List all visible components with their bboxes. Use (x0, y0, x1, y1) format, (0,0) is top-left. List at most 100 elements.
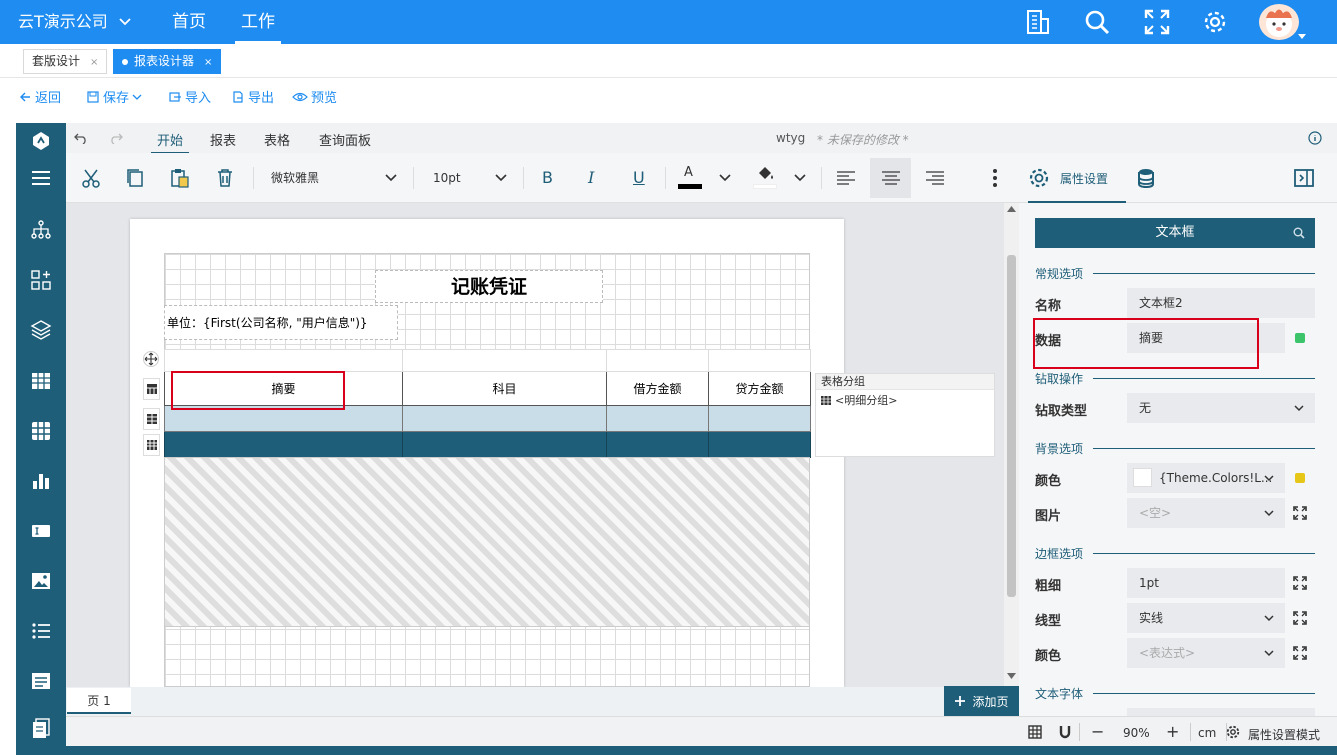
chevron-down-icon[interactable] (1264, 648, 1274, 658)
scrollbar-thumb[interactable] (1007, 255, 1016, 597)
chevron-down-icon[interactable] (1264, 473, 1274, 483)
expand-icon[interactable] (1293, 646, 1307, 660)
paste-icon[interactable] (168, 166, 192, 190)
list-icon[interactable] (29, 619, 53, 643)
settings-gear-icon[interactable] (1226, 725, 1240, 739)
table-cell[interactable] (606, 431, 709, 458)
chevron-down-icon[interactable] (1264, 613, 1274, 623)
table-cell[interactable] (708, 405, 811, 432)
close-icon[interactable]: × (204, 57, 212, 68)
component-type-header[interactable]: 文本框 (1035, 218, 1315, 248)
table-cell[interactable] (708, 349, 811, 372)
property-mode-label[interactable]: 属性设置模式 (1248, 726, 1320, 743)
measure-unit[interactable]: cm (1198, 726, 1216, 740)
table-cell[interactable] (402, 431, 607, 458)
drill-type-select[interactable]: 无 (1127, 393, 1315, 423)
undo-icon[interactable] (74, 132, 88, 144)
italic-button[interactable]: I (588, 168, 594, 187)
font-size-select[interactable]: 10pt (433, 163, 503, 193)
footer-row-handle[interactable] (143, 434, 160, 456)
user-avatar[interactable] (1259, 4, 1299, 40)
detail-row-handle[interactable] (143, 408, 160, 430)
table-icon[interactable] (29, 369, 53, 393)
textbox-icon[interactable] (29, 519, 53, 543)
background-image-select[interactable]: <空> (1127, 498, 1285, 528)
copy-icon[interactable] (123, 166, 147, 190)
scroll-up-icon[interactable] (1007, 206, 1016, 212)
font-family-select[interactable]: 微软雅黑 (271, 163, 401, 193)
tab-report-designer[interactable]: 报表设计器 × (113, 49, 222, 74)
bold-button[interactable]: B (542, 168, 553, 187)
document-icon[interactable] (29, 717, 53, 741)
preview-button[interactable]: 预览 (292, 87, 337, 106)
scroll-down-icon[interactable] (1007, 673, 1016, 679)
header-row-handle[interactable] (143, 378, 160, 400)
border-color-select[interactable]: <表达式> (1127, 638, 1285, 668)
export-button[interactable]: 导出 (231, 87, 274, 106)
name-field[interactable]: 文本框2 (1127, 288, 1315, 318)
chevron-down-icon[interactable] (718, 173, 732, 183)
report-title-textbox[interactable]: 记账凭证 (375, 270, 603, 303)
chevron-down-icon[interactable] (1264, 508, 1274, 518)
fullscreen-icon[interactable] (1143, 8, 1171, 36)
ribbon-tab-query-panel[interactable]: 查询面板 (319, 130, 371, 149)
table-cell[interactable] (164, 349, 403, 372)
database-icon[interactable] (1136, 167, 1156, 189)
expand-icon[interactable] (1293, 611, 1307, 625)
building-icon[interactable] (1024, 8, 1052, 36)
underline-button[interactable]: U (633, 168, 645, 187)
bar-chart-icon[interactable] (29, 469, 53, 493)
search-icon[interactable] (1083, 8, 1111, 36)
redo-icon[interactable] (109, 132, 123, 144)
align-right-icon[interactable] (923, 166, 947, 190)
zoom-out-button[interactable]: − (1091, 722, 1104, 741)
font-field-partial[interactable] (1127, 708, 1315, 716)
chevron-down-icon[interactable] (494, 173, 508, 183)
nav-home[interactable]: 首页 (172, 0, 206, 44)
chevron-down-icon[interactable] (1294, 403, 1304, 413)
settings-gear-icon[interactable] (1201, 8, 1229, 36)
ribbon-tab-table[interactable]: 表格 (264, 130, 290, 149)
toggle-panel-icon[interactable] (1292, 166, 1316, 190)
page-tab-1[interactable]: 页 1 (67, 688, 131, 714)
back-button[interactable]: 返回 (18, 87, 61, 106)
layers-icon[interactable] (29, 318, 53, 342)
table-cell[interactable] (402, 349, 607, 372)
table-cell[interactable] (606, 349, 709, 372)
close-icon[interactable]: × (90, 57, 98, 68)
ribbon-tab-home[interactable]: 开始 (150, 130, 190, 154)
border-width-field[interactable]: 1pt (1127, 568, 1285, 598)
component-library-icon[interactable] (29, 268, 53, 292)
search-icon[interactable] (1293, 227, 1305, 239)
fill-color-button[interactable] (753, 165, 777, 191)
border-style-select[interactable]: 实线 (1127, 603, 1285, 633)
header-cell-credit[interactable]: 贷方金额 (708, 371, 811, 406)
align-left-icon[interactable] (834, 166, 858, 190)
font-color-button[interactable]: A (678, 165, 702, 191)
delete-icon[interactable] (213, 166, 237, 190)
chevron-down-icon[interactable] (793, 173, 807, 183)
table-cell[interactable] (606, 405, 709, 432)
add-page-button[interactable]: 添加页 (944, 686, 1019, 716)
group-item-detail[interactable]: <明细分组> (816, 390, 994, 408)
zoom-in-button[interactable]: + (1166, 722, 1179, 741)
expand-icon[interactable] (1293, 576, 1307, 590)
table-cell[interactable] (164, 431, 403, 458)
tab-template-design[interactable]: 套版设计 × (23, 49, 108, 74)
unit-expression-textbox[interactable]: 单位：{First(公司名称, "用户信息")} (164, 305, 398, 340)
tab-properties[interactable]: 属性设置 (1028, 167, 1108, 189)
expand-icon[interactable] (1293, 506, 1307, 520)
ribbon-tab-report[interactable]: 报表 (210, 130, 236, 149)
form-panel-icon[interactable] (29, 669, 53, 693)
import-button[interactable]: 导入 (168, 87, 211, 106)
table-cell[interactable] (402, 405, 607, 432)
company-switcher[interactable]: 云T演示公司 (18, 0, 132, 44)
chevron-down-icon[interactable] (384, 173, 398, 183)
table-cell[interactable] (708, 431, 811, 458)
header-cell-debit[interactable]: 借方金额 (606, 371, 709, 406)
image-icon[interactable] (29, 569, 53, 593)
header-cell-account[interactable]: 科目 (402, 371, 607, 406)
avatar-caret-icon[interactable] (1298, 34, 1306, 39)
zoom-level[interactable]: 90% (1123, 726, 1150, 740)
menu-icon[interactable] (29, 166, 53, 190)
